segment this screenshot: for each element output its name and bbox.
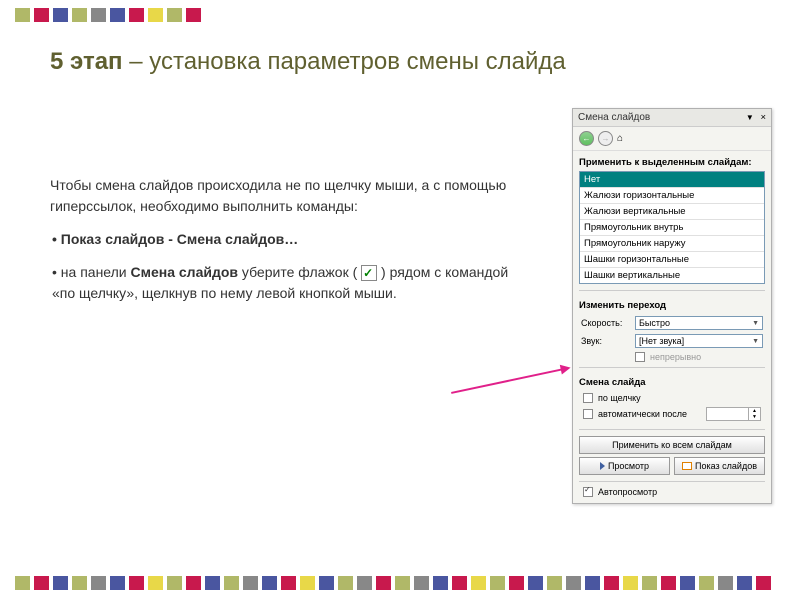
on-click-checkbox[interactable] xyxy=(583,393,593,403)
dropdown-icon[interactable]: ▼ xyxy=(746,113,754,122)
continuous-label: непрерывно xyxy=(650,352,701,362)
speed-select[interactable]: Быстро▼ xyxy=(635,316,763,330)
pointer-arrow xyxy=(451,368,564,394)
nav-forward-icon[interactable]: → xyxy=(598,131,613,146)
checkbox-example-icon xyxy=(361,265,377,281)
transition-option[interactable]: Нет xyxy=(580,172,764,188)
time-input[interactable]: ▲▼ xyxy=(706,407,761,421)
transition-option[interactable]: Прямоугольник наружу xyxy=(580,236,764,252)
autopreview-checkbox[interactable] xyxy=(583,487,593,497)
panel-controls: ▼ × xyxy=(746,112,766,123)
transition-option[interactable]: Шашки горизонтальные xyxy=(580,252,764,268)
transition-option[interactable]: Жалюзи горизонтальные xyxy=(580,188,764,204)
panel-title: Смена слайдов xyxy=(578,112,650,123)
autopreview-label: Автопросмотр xyxy=(598,487,657,497)
advance-label: Смена слайда xyxy=(573,371,771,391)
sound-label: Звук: xyxy=(581,336,631,346)
apply-all-button[interactable]: Применить ко всем слайдам xyxy=(579,436,765,454)
chevron-down-icon: ▼ xyxy=(752,320,759,327)
transition-option[interactable]: Шашки вертикальные xyxy=(580,268,764,283)
slideshow-button[interactable]: Показ слайдов xyxy=(674,457,765,475)
content-text: Чтобы смена слайдов происходила не по ще… xyxy=(50,175,520,316)
auto-after-checkbox[interactable] xyxy=(583,409,593,419)
decorative-border-top xyxy=(15,8,201,22)
sound-select[interactable]: [Нет звука]▼ xyxy=(635,334,763,348)
play-icon xyxy=(600,462,605,470)
chevron-down-icon: ▼ xyxy=(752,338,759,345)
close-icon[interactable]: × xyxy=(760,112,766,123)
nav-back-icon[interactable]: ← xyxy=(579,131,594,146)
speed-label: Скорость: xyxy=(581,318,631,328)
transition-list[interactable]: Нет Жалюзи горизонтальные Жалюзи вертика… xyxy=(579,171,765,284)
panel-nav: ← → ⌂ xyxy=(573,127,771,151)
transition-option[interactable]: Прямоугольник внутрь xyxy=(580,220,764,236)
apply-label: Применить к выделенным слайдам: xyxy=(573,151,771,171)
slide-transition-panel: Смена слайдов ▼ × ← → ⌂ Применить к выде… xyxy=(572,108,772,504)
preview-button[interactable]: Просмотр xyxy=(579,457,670,475)
modify-label: Изменить переход xyxy=(573,294,771,314)
continuous-checkbox[interactable] xyxy=(635,352,645,362)
transition-option[interactable]: Жалюзи вертикальные xyxy=(580,204,764,220)
auto-after-label: автоматически после xyxy=(598,409,687,419)
decorative-border-bottom xyxy=(15,576,771,590)
page-title: 5 этап – установка параметров смены слай… xyxy=(50,48,750,76)
nav-home-icon[interactable]: ⌂ xyxy=(617,133,623,144)
on-click-label: по щелчку xyxy=(598,393,641,403)
screen-icon xyxy=(682,462,692,470)
